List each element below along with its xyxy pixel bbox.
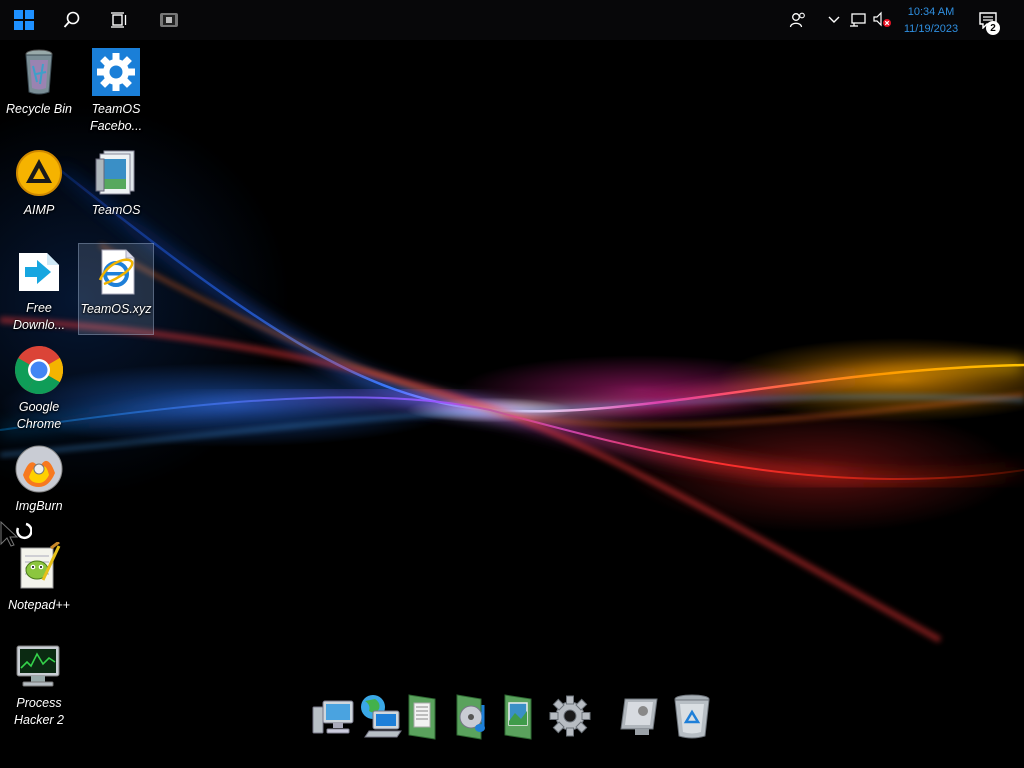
settings-gear-icon (92, 48, 140, 96)
control-panel-icon (620, 698, 658, 735)
desktop-icon-free-download-manager[interactable]: Free Downlo... (1, 243, 77, 335)
desktop-icon-notepad-plus-plus[interactable]: Notepad++ (1, 540, 77, 632)
dock-item-settings[interactable] (546, 688, 594, 744)
volume-muted-icon (873, 11, 891, 27)
dock-item-network[interactable] (356, 688, 404, 744)
clock[interactable]: 10:34 AM 11/19/2023 (896, 4, 966, 38)
documents-folder-icon (408, 694, 436, 740)
process-hacker-icon (16, 645, 60, 687)
taskbar-app-button[interactable] (146, 0, 192, 40)
desktop-icon-aimp[interactable]: AIMP (1, 145, 77, 237)
dock-item-documents[interactable] (398, 688, 446, 744)
desktop-icon-label: TeamOS.xyz (80, 302, 152, 316)
app-icon (160, 13, 178, 27)
desktop-icon-label: Google Chrome (16, 400, 62, 431)
task-view-button[interactable] (96, 0, 142, 40)
desktop-icon-teamos-facebook[interactable]: TeamOS Facebo... (78, 44, 154, 136)
dock-item-music[interactable] (450, 688, 498, 744)
recycle-bin-icon (25, 49, 53, 95)
clock-date: 11/19/2023 (903, 23, 959, 35)
dock-item-recycle-bin[interactable] (668, 688, 716, 744)
chevron-up-icon (828, 16, 840, 23)
music-folder-icon (456, 694, 485, 740)
settings-gear-icon (549, 695, 591, 737)
task-view-icon (111, 12, 127, 28)
notification-count-badge: 2 (986, 21, 1000, 35)
show-hidden-icons-button[interactable] (822, 0, 846, 40)
computer-icon (312, 700, 354, 734)
pictures-folder-icon (504, 694, 532, 740)
desktop-icon-label: ImgBurn (15, 499, 63, 513)
clock-time: 10:34 AM (907, 6, 955, 18)
desktop-icon-google-chrome[interactable]: Google Chrome (1, 342, 77, 434)
volume-button[interactable] (870, 0, 894, 40)
people-icon (789, 12, 805, 28)
teamos-document-icon (95, 150, 135, 195)
dock (0, 688, 1024, 748)
windows-logo-icon (14, 10, 34, 30)
desktop-icon-teamos[interactable]: TeamOS (78, 145, 154, 237)
desktop-icon-recycle-bin[interactable]: Recycle Bin (1, 44, 77, 136)
dock-item-pictures[interactable] (496, 688, 544, 744)
search-button[interactable] (49, 0, 95, 40)
internet-explorer-shortcut-icon (98, 249, 135, 295)
network-globe-icon (361, 695, 402, 738)
free-download-manager-icon (19, 253, 59, 291)
chrome-icon (14, 346, 64, 395)
search-icon (63, 11, 80, 28)
people-button[interactable] (776, 0, 820, 40)
network-button[interactable] (846, 0, 870, 40)
desktop-icon-label: Free Downlo... (12, 301, 66, 332)
desktop-icon-label: AIMP (23, 203, 55, 217)
dock-item-control-panel[interactable] (616, 688, 664, 744)
desktop-icon-label: Recycle Bin (6, 102, 72, 116)
desktop-icon-label: Notepad++ (8, 598, 70, 612)
dock-item-computer[interactable] (310, 688, 358, 744)
taskbar: 10:34 AM 11/19/2023 2 (0, 0, 1024, 40)
network-icon (850, 13, 866, 27)
mouse-pointer-busy-icon (0, 520, 32, 547)
aimp-icon (16, 150, 62, 196)
desktop-icon-teamos-xyz[interactable]: TeamOS.xyz (78, 243, 154, 335)
action-center-button[interactable] (966, 0, 1010, 40)
start-button[interactable] (1, 0, 47, 40)
recycle-bin-icon (674, 694, 710, 739)
desktop-icon-label: TeamOS (91, 203, 141, 217)
imgburn-icon (15, 445, 63, 493)
desktop-icon-label: TeamOS Facebo... (89, 102, 143, 133)
